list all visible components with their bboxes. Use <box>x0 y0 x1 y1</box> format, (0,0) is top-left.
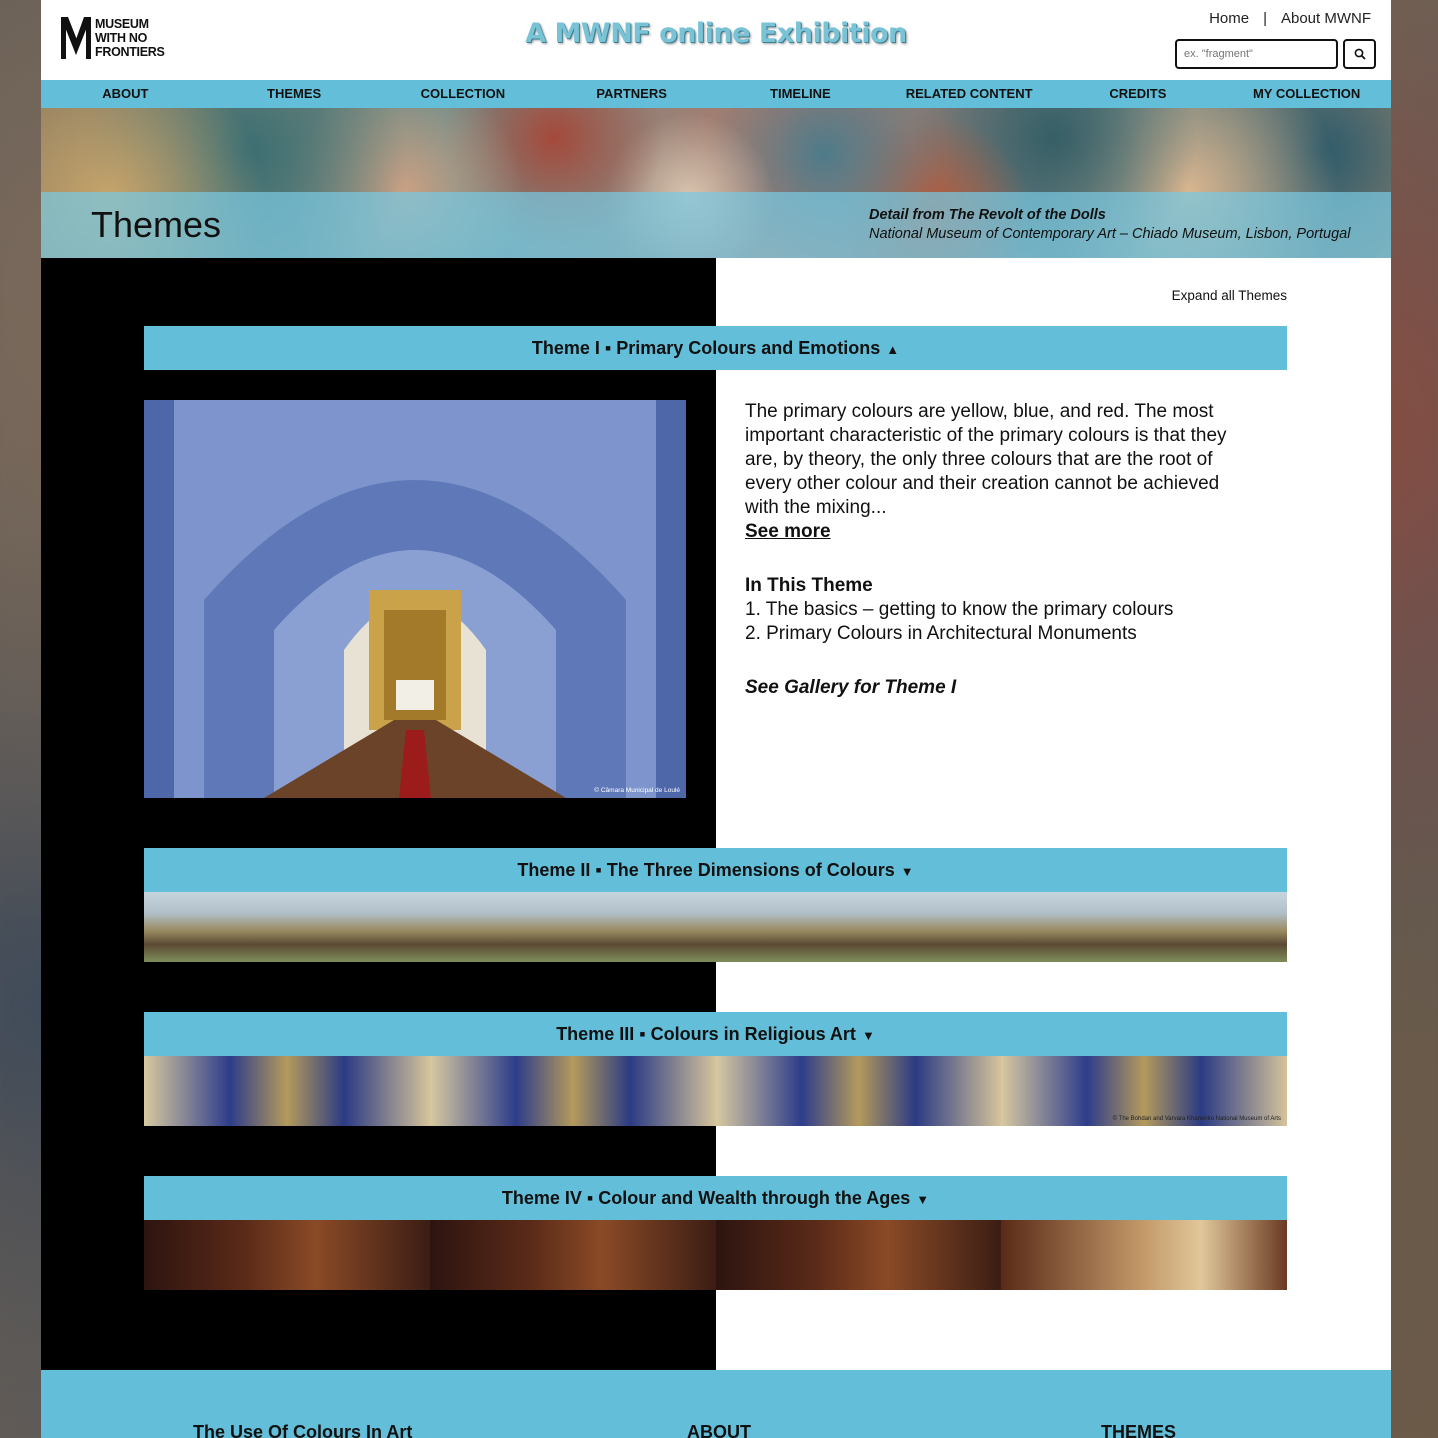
search-button[interactable] <box>1343 39 1376 69</box>
theme-1-description: The primary colours are yellow, blue, an… <box>745 401 1227 518</box>
site-header: MUSEUM WITH NO FRONTIERS A MWNF online E… <box>41 0 1391 80</box>
search-icon <box>1354 48 1366 60</box>
footer-heading-exhibition: The Use Of Colours In Art <box>193 1422 413 1438</box>
hero-banner: Themes Detail from The Revolt of the Dol… <box>41 108 1391 258</box>
theme-1-item-1[interactable]: 1. The basics – getting to know the prim… <box>745 598 1255 622</box>
theme-1-item-2[interactable]: 2. Primary Colours in Architectural Monu… <box>745 622 1255 646</box>
banner-caption-source: National Museum of Contemporary Art – Ch… <box>869 226 1351 242</box>
nav-item-my-collection[interactable]: MY COLLECTION <box>1222 80 1391 108</box>
caret-down-icon: ▼ <box>861 1028 875 1043</box>
nav-item-related-content[interactable]: RELATED CONTENT <box>885 80 1054 108</box>
expand-all-themes-link[interactable]: Expand all Themes <box>1172 288 1287 303</box>
see-more-link[interactable]: See more <box>745 520 831 544</box>
banner-caption-title: Detail from The Revolt of the Dolls <box>869 207 1106 223</box>
strip-image <box>1001 892 1287 962</box>
strip-credit: © The Bohdan and Varvara Khanenko Nation… <box>1112 1116 1281 1122</box>
theme-2-header[interactable]: Theme II ▪ The Three Dimensions of Colou… <box>144 848 1287 892</box>
theme-1-image[interactable]: © Câmara Municipal de Loulé <box>144 400 686 798</box>
strip-image <box>715 1056 1002 1126</box>
footer-heading-about: ABOUT <box>687 1422 751 1438</box>
caret-down-icon: ▼ <box>916 1192 930 1207</box>
banner-caption: Detail from The Revolt of the Dolls Nati… <box>869 206 1350 244</box>
page-title: Themes <box>91 204 222 245</box>
caret-up-icon: ▲ <box>886 342 900 357</box>
site-footer: The Use Of Colours In Art ABOUT THEMES <box>41 1370 1391 1438</box>
strip-image <box>429 892 716 962</box>
theme-4-title: Theme IV ▪ Colour and Wealth through the… <box>501 1188 911 1208</box>
strip-image <box>144 1056 430 1126</box>
about-mwnf-link[interactable]: About MWNF <box>1281 10 1371 27</box>
strip-image <box>715 892 1002 962</box>
search-input[interactable] <box>1175 39 1338 69</box>
strip-image <box>144 892 430 962</box>
main-nav: ABOUT THEMES COLLECTION PARTNERS TIMELIN… <box>41 80 1391 108</box>
theme-2-title: Theme II ▪ The Three Dimensions of Colou… <box>517 860 895 880</box>
theme-3-image-strip[interactable]: © The Bohdan and Varvara Khanenko Nation… <box>144 1056 1287 1126</box>
theme-4-image-strip[interactable] <box>144 1220 1287 1290</box>
caret-down-icon: ▼ <box>900 864 914 879</box>
nav-item-partners[interactable]: PARTNERS <box>547 80 716 108</box>
strip-image <box>429 1056 716 1126</box>
home-link[interactable]: Home <box>1209 10 1249 27</box>
theme-1-header[interactable]: Theme I ▪ Primary Colours and Emotions ▲ <box>144 326 1287 370</box>
top-links-separator: | <box>1263 10 1267 27</box>
theme-1-gallery-link[interactable]: See Gallery for Theme I <box>745 676 1255 700</box>
nav-item-themes[interactable]: THEMES <box>210 80 379 108</box>
nav-item-collection[interactable]: COLLECTION <box>379 80 548 108</box>
strip-image <box>429 1220 716 1290</box>
in-this-theme-heading: In This Theme <box>745 575 873 596</box>
nav-item-credits[interactable]: CREDITS <box>1054 80 1223 108</box>
nav-item-about[interactable]: ABOUT <box>41 80 210 108</box>
search-form <box>1175 39 1376 69</box>
chapel-interior-image <box>144 400 686 798</box>
themes-section: Expand all Themes Theme I ▪ Primary Colo… <box>41 258 1391 1370</box>
nav-item-timeline[interactable]: TIMELINE <box>716 80 885 108</box>
theme-3-header[interactable]: Theme III ▪ Colours in Religious Art ▼ <box>144 1012 1287 1056</box>
theme-4-header[interactable]: Theme IV ▪ Colour and Wealth through the… <box>144 1176 1287 1220</box>
page: MUSEUM WITH NO FRONTIERS A MWNF online E… <box>41 0 1391 1438</box>
theme-1-title: Theme I ▪ Primary Colours and Emotions <box>531 338 881 358</box>
strip-image <box>715 1220 1002 1290</box>
theme-2-image-strip[interactable] <box>144 892 1287 962</box>
strip-image <box>144 1220 430 1290</box>
photo-credit: © Câmara Municipal de Loulé <box>594 787 680 794</box>
strip-image <box>1001 1220 1287 1290</box>
top-links: Home | About MWNF <box>1209 10 1371 27</box>
theme-1-content: The primary colours are yellow, blue, an… <box>745 400 1255 700</box>
theme-3-title: Theme III ▪ Colours in Religious Art <box>556 1024 856 1044</box>
footer-heading-themes: THEMES <box>1101 1422 1177 1438</box>
